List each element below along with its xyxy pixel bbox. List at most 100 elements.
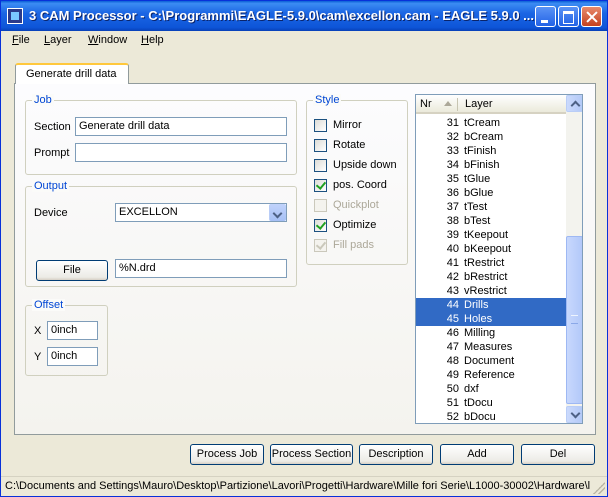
process-job-button[interactable]: Process Job <box>190 444 264 465</box>
scroll-up-icon[interactable] <box>566 95 582 112</box>
layer-name: Reference <box>464 369 515 381</box>
status-path: C:\Documents and Settings\Mauro\Desktop\… <box>5 480 591 492</box>
offset-x-label: X <box>34 325 42 337</box>
layer-row[interactable]: 48 Document <box>416 354 566 368</box>
menu-window[interactable]: Window <box>88 34 127 46</box>
layer-name: tGlue <box>464 173 491 185</box>
menu-layer[interactable]: Layer <box>44 34 72 46</box>
checkbox-label: pos. Coord <box>333 179 387 191</box>
layer-row[interactable]: 43 vRestrict <box>416 284 566 298</box>
layer-number: 34 <box>446 159 459 171</box>
layer-name: tDocu <box>464 397 493 409</box>
file-input[interactable]: %N.drd <box>115 259 287 278</box>
device-label: Device <box>34 207 68 219</box>
offset-group-label: Offset <box>32 299 66 311</box>
checkbox-label: Fill pads <box>333 239 374 251</box>
column-header-nr[interactable]: Nr <box>420 98 432 110</box>
column-divider[interactable] <box>457 98 458 111</box>
device-select[interactable]: EXCELLON <box>115 203 287 222</box>
layer-number: 37 <box>446 201 459 213</box>
job-group-label: Job <box>32 94 54 106</box>
section-input[interactable]: Generate drill data <box>75 117 287 136</box>
layer-number: 51 <box>446 397 459 409</box>
layer-number: 41 <box>446 257 459 269</box>
layer-name: bFinish <box>464 159 500 171</box>
layer-number: 45 <box>446 313 459 325</box>
prompt-input[interactable] <box>75 143 287 162</box>
layer-number: 52 <box>446 411 459 423</box>
layer-list-scrollbar[interactable] <box>566 95 582 423</box>
output-group-label: Output <box>32 180 70 192</box>
offset-y-input[interactable]: 0inch <box>47 347 98 366</box>
checkbox <box>314 239 327 252</box>
checkbox[interactable] <box>314 159 327 172</box>
description-button[interactable]: Description <box>359 444 433 465</box>
layer-number: 32 <box>446 131 459 143</box>
checkbox-label: Optimize <box>333 219 377 231</box>
checkbox[interactable] <box>314 179 327 192</box>
layer-number: 42 <box>446 271 459 283</box>
layer-name: vRestrict <box>464 285 507 297</box>
layer-row[interactable]: 49 Reference <box>416 368 566 382</box>
layer-row[interactable]: 45 Holes <box>416 312 566 326</box>
layer-row[interactable]: 42 bRestrict <box>416 270 566 284</box>
checkbox[interactable] <box>314 219 327 232</box>
layer-number: 33 <box>446 145 459 157</box>
layer-row[interactable]: 31 tCream <box>416 116 566 130</box>
device-select-value: EXCELLON <box>119 206 178 218</box>
layer-row[interactable]: 32 bCream <box>416 130 566 144</box>
layer-row[interactable]: 44 Drills <box>416 298 566 312</box>
resize-grip-icon[interactable] <box>593 482 605 494</box>
layer-name: tKeepout <box>464 229 509 241</box>
menu-help[interactable]: Help <box>141 34 164 46</box>
tab-generate-drill-data[interactable]: Generate drill data <box>15 63 129 84</box>
layer-number: 46 <box>446 327 459 339</box>
checkbox[interactable] <box>314 139 327 152</box>
layer-row[interactable]: 36 bGlue <box>416 186 566 200</box>
minimize-button[interactable] <box>535 6 556 27</box>
job-group: Job <box>25 94 297 175</box>
layer-number: 38 <box>446 215 459 227</box>
close-button[interactable] <box>581 6 602 27</box>
layer-row[interactable]: 39 tKeepout <box>416 228 566 242</box>
layer-row[interactable]: 47 Measures <box>416 340 566 354</box>
scroll-down-icon[interactable] <box>566 406 582 423</box>
process-section-button[interactable]: Process Section <box>270 444 353 465</box>
layer-list[interactable]: Nr Layer 31 tCream 32 bCream 33 tFinish 34 bFin… <box>415 94 583 424</box>
chevron-down-icon[interactable] <box>269 204 286 221</box>
layer-row[interactable]: 38 bTest <box>416 214 566 228</box>
sort-ascending-icon <box>444 101 452 106</box>
layer-row[interactable]: 51 tDocu <box>416 396 566 410</box>
offset-x-input[interactable]: 0inch <box>47 321 98 340</box>
layer-name: Milling <box>464 327 496 339</box>
layer-row[interactable]: 40 bKeepout <box>416 242 566 256</box>
window-title: 3 CAM Processor - C:\Programmi\EAGLE-5.9… <box>29 8 535 23</box>
cam-processor-window: 3 CAM Processor - C:\Programmi\EAGLE-5.9… <box>0 0 608 497</box>
checkbox-label: Mirror <box>333 119 362 131</box>
del-button[interactable]: Del <box>521 444 595 465</box>
file-button[interactable]: File <box>36 260 108 281</box>
maximize-button[interactable] <box>558 6 579 27</box>
layer-number: 50 <box>446 383 459 395</box>
layer-row[interactable]: 34 bFinish <box>416 158 566 172</box>
layer-row[interactable]: 41 tRestrict <box>416 256 566 270</box>
column-header-layer[interactable]: Layer <box>465 98 493 110</box>
app-icon[interactable] <box>7 8 23 24</box>
layer-row[interactable]: 52 bDocu <box>416 410 566 423</box>
layer-name: bRestrict <box>464 271 508 283</box>
layer-name: tFinish <box>464 145 497 157</box>
checkbox-label: Rotate <box>333 139 366 151</box>
layer-name: Measures <box>464 341 513 353</box>
layer-row[interactable]: 46 Milling <box>416 326 566 340</box>
title-bar[interactable]: 3 CAM Processor - C:\Programmi\EAGLE-5.9… <box>1 1 607 31</box>
menu-file[interactable]: File <box>12 34 30 46</box>
scroll-thumb[interactable] <box>566 236 582 404</box>
layer-row[interactable]: 33 tFinish <box>416 144 566 158</box>
add-button[interactable]: Add <box>440 444 514 465</box>
layer-row[interactable]: 35 tGlue <box>416 172 566 186</box>
layer-row[interactable]: 50 dxf <box>416 382 566 396</box>
layer-row[interactable]: 37 tTest <box>416 200 566 214</box>
layer-name: Holes <box>464 313 493 325</box>
checkbox[interactable] <box>314 119 327 132</box>
layer-name: tTest <box>464 201 488 213</box>
